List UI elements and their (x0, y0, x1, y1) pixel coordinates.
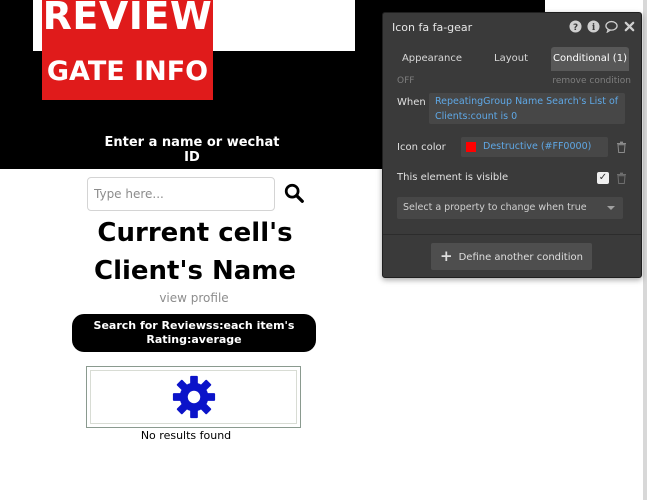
tab-layout[interactable]: Layout (479, 47, 543, 71)
icon-color-label: Icon color (397, 142, 446, 153)
property-select-dropdown[interactable]: Select a property to change when true (397, 197, 623, 219)
tab-conditional[interactable]: Conditional (1) (551, 47, 629, 71)
close-icon[interactable] (623, 20, 636, 33)
chevron-down-icon (607, 206, 615, 210)
no-results-text: No results found (140, 429, 232, 442)
reviews-rating-label: Search for Reviewss:each item's Rating:a… (93, 319, 295, 346)
property-select-label: Select a property to change when true (403, 202, 587, 213)
trash-icon[interactable] (616, 141, 627, 153)
condition-off-toggle[interactable]: OFF (397, 76, 414, 86)
property-editor-panel: Icon fa fa-gear ? i Appearance Layout Co… (382, 12, 642, 278)
comment-icon[interactable] (605, 20, 618, 33)
define-condition-label: Define another condition (458, 252, 583, 263)
panel-header[interactable]: Icon fa fa-gear ? i (383, 13, 641, 43)
search-icon[interactable] (283, 182, 305, 204)
icon-color-field[interactable]: Destructive (#FF0000) (461, 137, 608, 157)
search-input[interactable] (87, 177, 275, 211)
search-prompt-label: Enter a name or wechat ID (104, 135, 280, 165)
trash-icon[interactable] (616, 172, 627, 184)
plus-icon: + (440, 247, 453, 265)
info-icon[interactable]: i (587, 20, 600, 33)
svg-text:?: ? (573, 23, 578, 33)
reviews-rating-button[interactable]: Search for Reviewss:each item's Rating:a… (72, 314, 316, 352)
scrollbar-track[interactable] (643, 0, 647, 500)
gear-icon-group (86, 366, 301, 428)
visible-label: This element is visible (397, 172, 509, 183)
visible-checkbox[interactable]: ✓ (597, 172, 609, 184)
logo: REVIEW GATE INFO (42, 0, 213, 100)
define-condition-button[interactable]: + Define another condition (431, 243, 592, 270)
when-expression-field[interactable]: RepeatingGroup Name Search's List of Cli… (429, 93, 625, 124)
panel-title: Icon fa fa-gear (392, 21, 473, 34)
gear-icon[interactable] (171, 374, 217, 420)
logo-line-2: GATE INFO (46, 56, 209, 87)
help-icon[interactable]: ? (569, 20, 582, 33)
when-label: When (397, 97, 426, 108)
panel-tabs: Appearance Layout Conditional (1) (383, 47, 641, 71)
panel-divider (383, 234, 641, 235)
view-profile-link[interactable]: view profile (110, 291, 278, 305)
client-name-heading: Current cell's Client's Name (94, 218, 296, 286)
icon-color-value: Destructive (#FF0000) (483, 141, 592, 152)
tab-appearance[interactable]: Appearance (391, 47, 473, 71)
color-swatch (466, 142, 476, 152)
remove-condition-link[interactable]: remove condition (552, 76, 631, 86)
logo-line-1: REVIEW (42, 0, 213, 38)
